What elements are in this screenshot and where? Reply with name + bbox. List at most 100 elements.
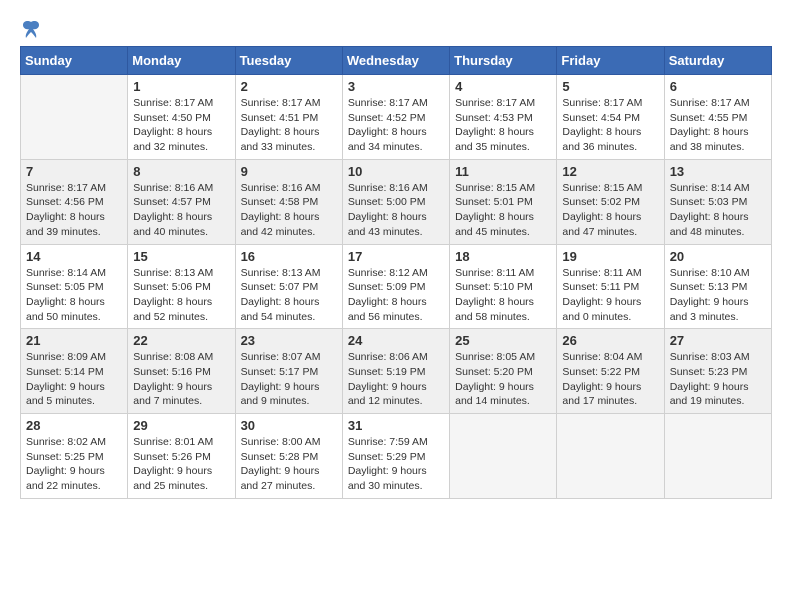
day-info: Sunrise: 8:13 AMSunset: 5:07 PMDaylight:… (241, 266, 337, 325)
day-info: Sunrise: 8:17 AMSunset: 4:56 PMDaylight:… (26, 181, 122, 240)
calendar-cell: 28 Sunrise: 8:02 AMSunset: 5:25 PMDayligh… (21, 414, 128, 499)
day-info: Sunrise: 8:17 AMSunset: 4:53 PMDaylight:… (455, 96, 551, 155)
day-info: Sunrise: 8:03 AMSunset: 5:23 PMDaylight:… (670, 350, 766, 409)
day-info: Sunrise: 8:02 AMSunset: 5:25 PMDaylight:… (26, 435, 122, 494)
calendar-cell: 12Sunrise: 8:15 AMSunset: 5:02 PMDayligh… (557, 159, 664, 244)
calendar-cell: 8 Sunrise: 8:16 AMSunset: 4:57 PMDaylight… (128, 159, 235, 244)
day-number: 1 (133, 79, 229, 94)
calendar-week-row: 1 Sunrise: 8:17 AMSunset: 4:50 PMDaylight… (21, 75, 772, 160)
calendar-cell: 29 Sunrise: 8:01 AMSunset: 5:26 PMDayligh… (128, 414, 235, 499)
day-info: Sunrise: 8:16 AMSunset: 4:57 PMDaylight:… (133, 181, 229, 240)
day-number: 7 (26, 164, 122, 179)
logo-bird-icon (22, 20, 40, 40)
day-info: Sunrise: 8:00 AMSunset: 5:28 PMDaylight:… (241, 435, 337, 494)
calendar-cell: 24Sunrise: 8:06 AMSunset: 5:19 PMDayligh… (342, 329, 449, 414)
calendar-cell: 22 Sunrise: 8:08 AMSunset: 5:16 PMDayligh… (128, 329, 235, 414)
day-info: Sunrise: 8:13 AMSunset: 5:06 PMDaylight:… (133, 266, 229, 325)
day-number: 24 (348, 333, 444, 348)
day-number: 21 (26, 333, 122, 348)
day-info: Sunrise: 8:11 AMSunset: 5:10 PMDaylight:… (455, 266, 551, 325)
calendar-cell: 25Sunrise: 8:05 AMSunset: 5:20 PMDayligh… (450, 329, 557, 414)
day-number: 22 (133, 333, 229, 348)
calendar-cell: 15 Sunrise: 8:13 AMSunset: 5:06 PMDayligh… (128, 244, 235, 329)
day-number: 17 (348, 249, 444, 264)
calendar-cell: 21 Sunrise: 8:09 AMSunset: 5:14 PMDayligh… (21, 329, 128, 414)
day-number: 19 (562, 249, 658, 264)
day-number: 15 (133, 249, 229, 264)
day-number: 16 (241, 249, 337, 264)
day-number: 31 (348, 418, 444, 433)
day-number: 11 (455, 164, 551, 179)
calendar-cell: 17Sunrise: 8:12 AMSunset: 5:09 PMDayligh… (342, 244, 449, 329)
calendar-cell: 10 Sunrise: 8:16 AMSunset: 5:00 PMDayligh… (342, 159, 449, 244)
day-number: 26 (562, 333, 658, 348)
day-info: Sunrise: 8:11 AMSunset: 5:11 PMDaylight:… (562, 266, 658, 325)
day-info: Sunrise: 8:01 AMSunset: 5:26 PMDaylight:… (133, 435, 229, 494)
day-info: Sunrise: 8:17 AMSunset: 4:54 PMDaylight:… (562, 96, 658, 155)
calendar-week-row: 7 Sunrise: 8:17 AMSunset: 4:56 PMDaylight… (21, 159, 772, 244)
calendar-cell (21, 75, 128, 160)
day-info: Sunrise: 8:15 AMSunset: 5:02 PMDaylight:… (562, 181, 658, 240)
calendar-cell: 5 Sunrise: 8:17 AMSunset: 4:54 PMDaylight… (557, 75, 664, 160)
calendar-header-row: SundayMondayTuesdayWednesdayThursdayFrid… (21, 47, 772, 75)
calendar-cell: 16 Sunrise: 8:13 AMSunset: 5:07 PMDayligh… (235, 244, 342, 329)
day-number: 8 (133, 164, 229, 179)
day-header-monday: Monday (128, 47, 235, 75)
calendar-week-row: 21 Sunrise: 8:09 AMSunset: 5:14 PMDayligh… (21, 329, 772, 414)
day-number: 4 (455, 79, 551, 94)
calendar-cell: 14Sunrise: 8:14 AMSunset: 5:05 PMDayligh… (21, 244, 128, 329)
day-info: Sunrise: 8:09 AMSunset: 5:14 PMDaylight:… (26, 350, 122, 409)
day-number: 6 (670, 79, 766, 94)
day-info: Sunrise: 8:17 AMSunset: 4:52 PMDaylight:… (348, 96, 444, 155)
day-number: 27 (670, 333, 766, 348)
day-info: Sunrise: 8:07 AMSunset: 5:17 PMDaylight:… (241, 350, 337, 409)
day-info: Sunrise: 8:17 AMSunset: 4:51 PMDaylight:… (241, 96, 337, 155)
day-header-wednesday: Wednesday (342, 47, 449, 75)
calendar-cell: 7 Sunrise: 8:17 AMSunset: 4:56 PMDaylight… (21, 159, 128, 244)
day-number: 9 (241, 164, 337, 179)
day-info: Sunrise: 8:17 AMSunset: 4:50 PMDaylight:… (133, 96, 229, 155)
day-number: 28 (26, 418, 122, 433)
day-number: 23 (241, 333, 337, 348)
calendar-cell: 6Sunrise: 8:17 AMSunset: 4:55 PMDaylight… (664, 75, 771, 160)
day-header-thursday: Thursday (450, 47, 557, 75)
day-info: Sunrise: 8:14 AMSunset: 5:03 PMDaylight:… (670, 181, 766, 240)
calendar-cell: 1 Sunrise: 8:17 AMSunset: 4:50 PMDaylight… (128, 75, 235, 160)
calendar-cell: 20 Sunrise: 8:10 AMSunset: 5:13 PMDayligh… (664, 244, 771, 329)
day-number: 5 (562, 79, 658, 94)
calendar-cell: 31 Sunrise: 7:59 AMSunset: 5:29 PMDayligh… (342, 414, 449, 499)
calendar-cell: 9 Sunrise: 8:16 AMSunset: 4:58 PMDaylight… (235, 159, 342, 244)
header (20, 20, 772, 36)
calendar-cell: 23 Sunrise: 8:07 AMSunset: 5:17 PMDayligh… (235, 329, 342, 414)
day-info: Sunrise: 8:15 AMSunset: 5:01 PMDaylight:… (455, 181, 551, 240)
day-number: 30 (241, 418, 337, 433)
day-info: Sunrise: 8:08 AMSunset: 5:16 PMDaylight:… (133, 350, 229, 409)
day-number: 29 (133, 418, 229, 433)
day-header-friday: Friday (557, 47, 664, 75)
day-number: 10 (348, 164, 444, 179)
day-info: Sunrise: 8:16 AMSunset: 4:58 PMDaylight:… (241, 181, 337, 240)
logo (20, 20, 42, 36)
day-info: Sunrise: 8:04 AMSunset: 5:22 PMDaylight:… (562, 350, 658, 409)
day-info: Sunrise: 8:10 AMSunset: 5:13 PMDaylight:… (670, 266, 766, 325)
day-info: Sunrise: 8:14 AMSunset: 5:05 PMDaylight:… (26, 266, 122, 325)
day-info: Sunrise: 8:16 AMSunset: 5:00 PMDaylight:… (348, 181, 444, 240)
calendar-cell: 30 Sunrise: 8:00 AMSunset: 5:28 PMDayligh… (235, 414, 342, 499)
calendar-cell: 2 Sunrise: 8:17 AMSunset: 4:51 PMDaylight… (235, 75, 342, 160)
calendar-week-row: 14Sunrise: 8:14 AMSunset: 5:05 PMDayligh… (21, 244, 772, 329)
day-number: 2 (241, 79, 337, 94)
day-number: 20 (670, 249, 766, 264)
day-number: 3 (348, 79, 444, 94)
calendar-cell: 13Sunrise: 8:14 AMSunset: 5:03 PMDayligh… (664, 159, 771, 244)
calendar-cell: 3 Sunrise: 8:17 AMSunset: 4:52 PMDaylight… (342, 75, 449, 160)
day-header-sunday: Sunday (21, 47, 128, 75)
day-info: Sunrise: 7:59 AMSunset: 5:29 PMDaylight:… (348, 435, 444, 494)
day-header-saturday: Saturday (664, 47, 771, 75)
calendar-cell (450, 414, 557, 499)
calendar-cell: 18Sunrise: 8:11 AMSunset: 5:10 PMDayligh… (450, 244, 557, 329)
calendar-cell: 11 Sunrise: 8:15 AMSunset: 5:01 PMDayligh… (450, 159, 557, 244)
calendar: SundayMondayTuesdayWednesdayThursdayFrid… (20, 46, 772, 499)
calendar-cell: 27 Sunrise: 8:03 AMSunset: 5:23 PMDayligh… (664, 329, 771, 414)
day-number: 25 (455, 333, 551, 348)
calendar-week-row: 28 Sunrise: 8:02 AMSunset: 5:25 PMDayligh… (21, 414, 772, 499)
